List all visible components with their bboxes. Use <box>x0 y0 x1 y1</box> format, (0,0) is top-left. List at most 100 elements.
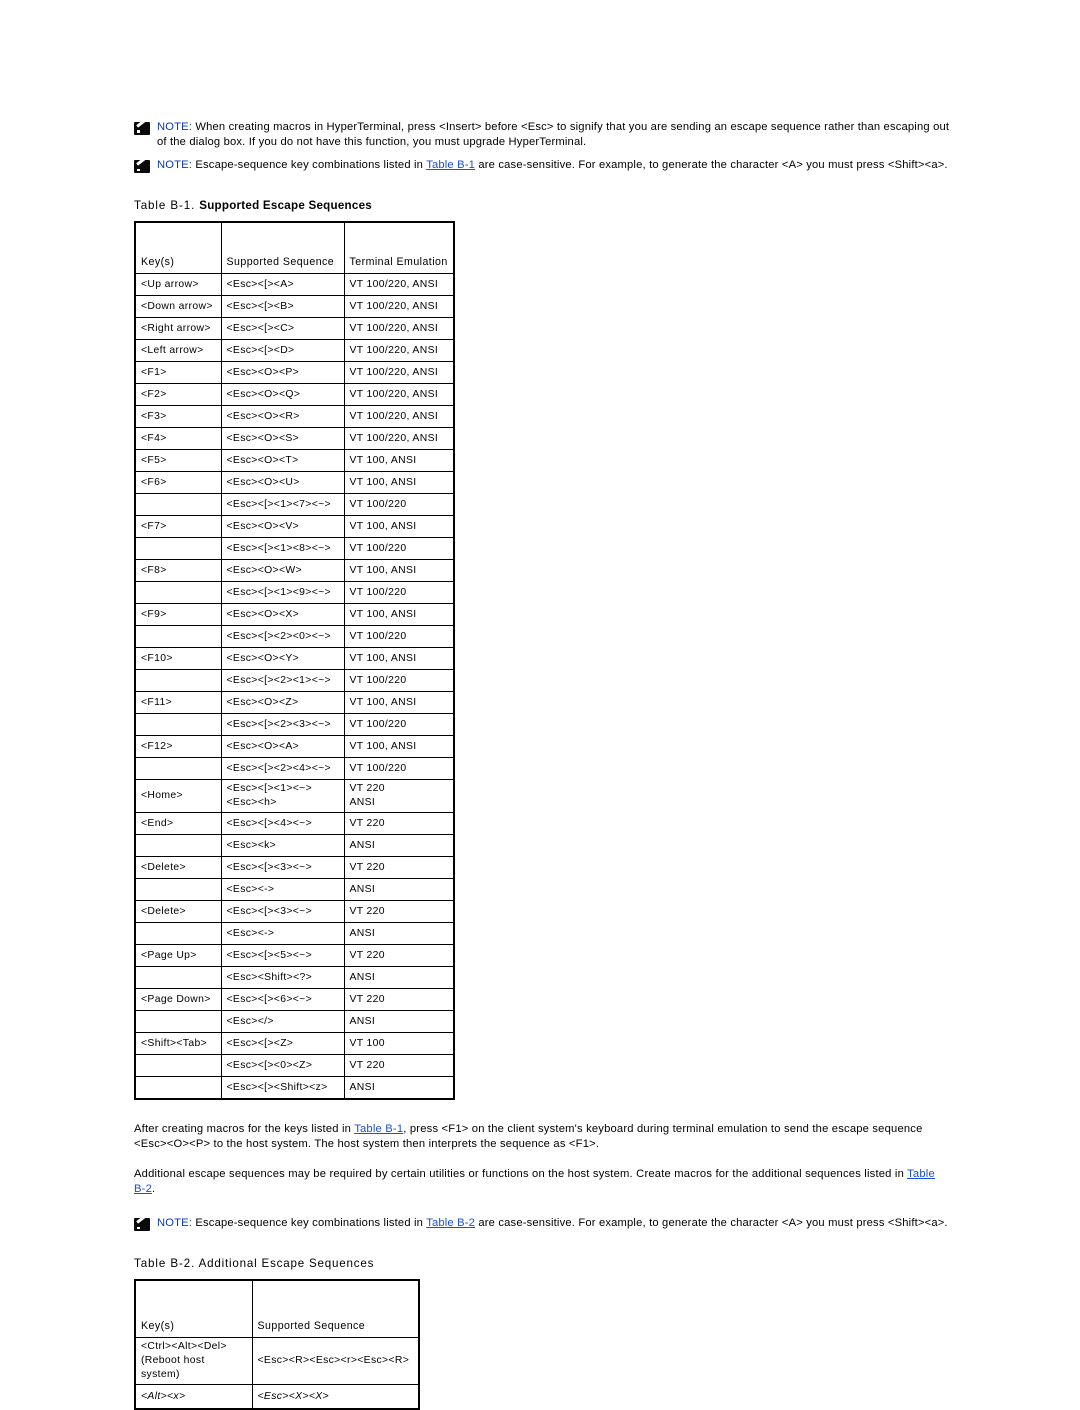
table-row: <Esc><[><Shift><z> ANSI <box>134 1076 455 1100</box>
column-header-terminal-emulation: Terminal Emulation <box>343 221 455 275</box>
cell-emulation: VT 100/220 <box>343 713 455 737</box>
column-header-supported-sequence: Supported Sequence <box>251 1279 420 1339</box>
cell-emulation: VT 220 <box>343 988 455 1012</box>
note-pencil-icon <box>134 160 150 174</box>
cell-key <box>134 713 222 737</box>
table-row: <Esc><k> ANSI <box>134 834 455 858</box>
note-text-before: When creating macros in HyperTerminal, p… <box>157 121 950 148</box>
cell-sequence: <Esc><[><A> <box>220 273 345 297</box>
link-table-b1[interactable]: Table B-1 <box>426 159 475 171</box>
cell-key: <Delete> <box>134 856 222 880</box>
table-row: <Page Up> <Esc><[><5><~> VT 220 <box>134 944 455 968</box>
cell-emulation: VT 100/220, ANSI <box>343 273 455 297</box>
cell-sequence: <Esc><[><1><~> <Esc><h> <box>220 779 345 814</box>
cell-sequence: <Esc><R><Esc><r><Esc><R> <box>251 1337 420 1386</box>
cell-emulation: VT 220 <box>343 1054 455 1078</box>
cell-sequence: <Esc><[><B> <box>220 295 345 319</box>
table-row: <F4> <Esc><O><S> VT 100/220, ANSI <box>134 427 455 451</box>
cell-key: <Ctrl><Alt><Del> (Reboot host system) <box>134 1337 253 1386</box>
note-pencil-icon <box>134 1218 150 1232</box>
paragraph-additional-sequences: Additional escape sequences may be requi… <box>134 1167 949 1197</box>
cell-emulation: VT 100/220, ANSI <box>343 427 455 451</box>
column-header-keys: Key(s) <box>134 1279 253 1339</box>
cell-key <box>134 1010 222 1034</box>
note-text-after: are case-sensitive. For example, to gene… <box>475 1217 948 1230</box>
cell-key: <Up arrow> <box>134 273 222 297</box>
document-page: NOTE: When creating macros in HyperTermi… <box>0 0 1080 1410</box>
table-row: <Right arrow> <Esc><[><C> VT 100/220, ANSI <box>134 317 455 341</box>
cell-sequence: <Esc><O><Z> <box>220 691 345 715</box>
cell-sequence: <Esc><[><2><1><~> <box>220 669 345 693</box>
cell-emulation: ANSI <box>343 878 455 902</box>
cell-emulation: VT 100, ANSI <box>343 603 455 627</box>
cell-emulation: VT 100, ANSI <box>343 471 455 495</box>
cell-key: <F11> <box>134 691 222 715</box>
cell-sequence: <Esc><-> <box>220 922 345 946</box>
cell-key: <F8> <box>134 559 222 583</box>
table-row: <F11> <Esc><O><Z> VT 100, ANSI <box>134 691 455 715</box>
table-row: <F3> <Esc><O><R> VT 100/220, ANSI <box>134 405 455 429</box>
cell-key <box>134 493 222 517</box>
cell-emulation: VT 220 <box>343 812 455 836</box>
cell-emulation: VT 100/220 <box>343 537 455 561</box>
table-row: <Left arrow> <Esc><[><D> VT 100/220, ANSI <box>134 339 455 363</box>
cell-emulation: VT 100/220, ANSI <box>343 383 455 407</box>
cell-emulation: VT 100/220, ANSI <box>343 361 455 385</box>
caption-table-b1: Table B-1. Supported Escape Sequences <box>134 199 950 212</box>
link-table-b2[interactable]: Table B-2 <box>426 1217 475 1229</box>
cell-sequence: <Esc><[><1><7><~> <box>220 493 345 517</box>
cell-key <box>134 669 222 693</box>
cell-key: <Delete> <box>134 900 222 924</box>
cell-key: <Left arrow> <box>134 339 222 363</box>
cell-emulation: VT 100, ANSI <box>343 735 455 759</box>
table-row: <Esc><[><1><7><~> VT 100/220 <box>134 493 455 517</box>
paragraph-text-2: . <box>152 1182 156 1195</box>
cell-emulation: ANSI <box>343 834 455 858</box>
cell-emulation: VT 100, ANSI <box>343 449 455 473</box>
table-row: <Esc><[><2><3><~> VT 100/220 <box>134 713 455 737</box>
cell-key <box>134 625 222 649</box>
cell-sequence: <Esc><[><2><3><~> <box>220 713 345 737</box>
link-table-b1[interactable]: Table B-1 <box>354 1123 403 1135</box>
cell-key: <End> <box>134 812 222 836</box>
table-body: <Up arrow> <Esc><[><A> VT 100/220, ANSI <Do… <box>134 273 455 1100</box>
cell-emulation: VT 220 <box>343 944 455 968</box>
table-body: <Ctrl><Alt><Del> (Reboot host system) <Es… <box>134 1337 420 1410</box>
paragraph-text-1: Additional escape sequences may be requi… <box>134 1167 908 1180</box>
table-row: <Alt><x> <Esc><X><X> <box>134 1384 420 1410</box>
cell-sequence: <Esc><[><Shift><z> <box>220 1076 345 1100</box>
cell-emulation: ANSI <box>343 966 455 990</box>
note-text-after: are case-sensitive. For example, to gene… <box>475 159 948 172</box>
cell-sequence: <Esc><k> <box>220 834 345 858</box>
cell-emulation: VT 100/220, ANSI <box>343 295 455 319</box>
table-row: <F7> <Esc><O><V> VT 100, ANSI <box>134 515 455 539</box>
table-row: <F1> <Esc><O><P> VT 100/220, ANSI <box>134 361 455 385</box>
table-row: <F9> <Esc><O><X> VT 100, ANSI <box>134 603 455 627</box>
note-text-before: Escape-sequence key combinations listed … <box>192 159 427 172</box>
cell-sequence: <Esc><O><X> <box>220 603 345 627</box>
cell-sequence: <Esc><O><R> <box>220 405 345 429</box>
cell-emulation: VT 100/220 <box>343 493 455 517</box>
column-header-supported-sequence: Supported Sequence <box>220 221 345 275</box>
paragraph-text-1: After creating macros for the keys liste… <box>134 1123 355 1136</box>
cell-key <box>134 581 222 605</box>
cell-key <box>134 537 222 561</box>
table-supported-escape-sequences: Key(s) Supported Sequence Terminal Emula… <box>134 221 455 1101</box>
note-text: NOTE: Escape-sequence key combinations l… <box>157 1216 948 1231</box>
cell-key: <F10> <box>134 647 222 671</box>
cell-key: <Right arrow> <box>134 317 222 341</box>
cell-sequence: <Esc></> <box>220 1010 345 1034</box>
cell-emulation: ANSI <box>343 922 455 946</box>
table-row: <F6> <Esc><O><U> VT 100, ANSI <box>134 471 455 495</box>
cell-sequence: <Esc><[><D> <box>220 339 345 363</box>
table-row: <F12> <Esc><O><A> VT 100, ANSI <box>134 735 455 759</box>
cell-key: <F3> <box>134 405 222 429</box>
cell-sequence: <Esc><[><1><8><~> <box>220 537 345 561</box>
table-row: <Esc><[><1><8><~> VT 100/220 <box>134 537 455 561</box>
cell-sequence: <Esc><O><Y> <box>220 647 345 671</box>
cell-emulation: VT 100, ANSI <box>343 559 455 583</box>
table-row: <Delete> <Esc><[><3><~> VT 220 <box>134 900 455 924</box>
cell-emulation: ANSI <box>343 1076 455 1100</box>
cell-key: <F1> <box>134 361 222 385</box>
cell-emulation: VT 220 ANSI <box>343 779 455 814</box>
